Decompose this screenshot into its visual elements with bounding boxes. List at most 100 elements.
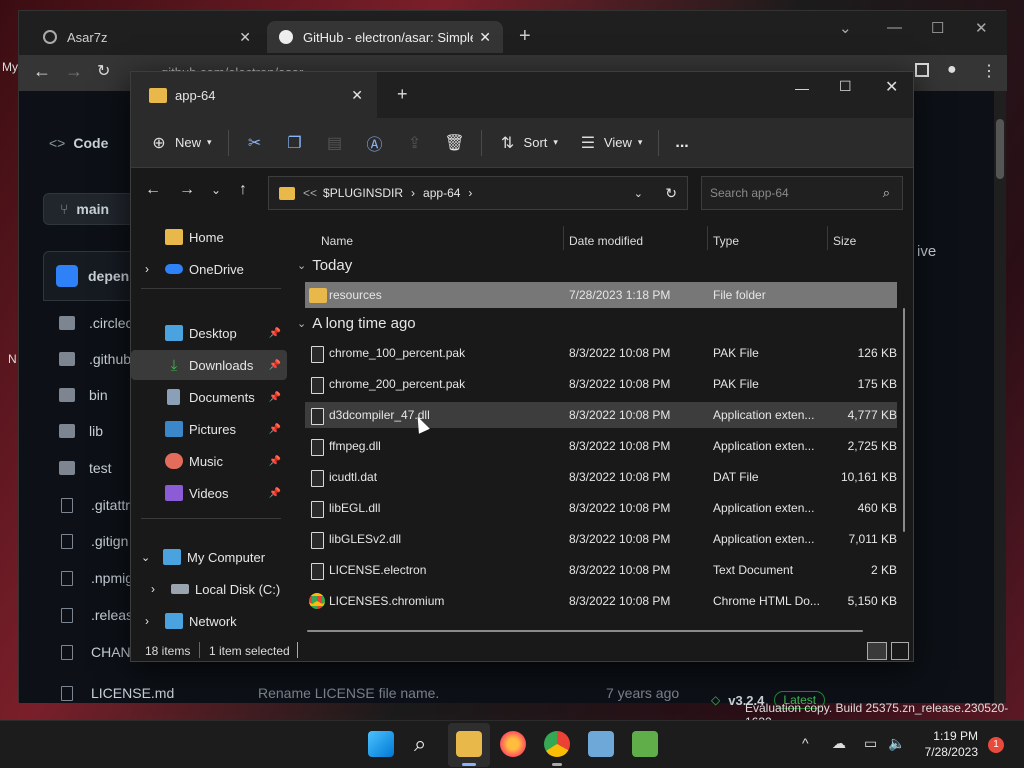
new-button[interactable]: ⊕ New ▾ bbox=[139, 126, 222, 160]
vertical-scrollbar[interactable] bbox=[903, 308, 905, 532]
close-icon[interactable]: ✕ bbox=[351, 87, 363, 104]
file-row[interactable]: chrome_200_percent.pak 8/3/2022 10:08 PM… bbox=[305, 371, 897, 397]
more-options-button[interactable]: ... bbox=[665, 126, 698, 160]
nav-desktop[interactable]: Desktop 📌 bbox=[131, 318, 287, 348]
forward-icon[interactable]: → bbox=[179, 181, 195, 199]
nav-local-disk[interactable]: › Local Disk (C:) bbox=[131, 574, 287, 604]
column-divider[interactable] bbox=[707, 226, 708, 250]
share-button[interactable]: ⇪ bbox=[395, 126, 435, 160]
start-icon[interactable] bbox=[368, 731, 394, 757]
pin-icon[interactable]: 📌 bbox=[269, 360, 281, 371]
file-row[interactable]: LICENSE.md bbox=[59, 675, 259, 711]
pin-icon[interactable]: 📌 bbox=[269, 424, 281, 435]
minimize-icon[interactable]: — bbox=[795, 80, 809, 96]
copy-button[interactable]: ❐ bbox=[275, 126, 315, 160]
file-row[interactable]: icudtl.dat 8/3/2022 10:08 PM DAT File 10… bbox=[305, 464, 897, 490]
details-view-icon[interactable] bbox=[867, 642, 887, 660]
pin-icon[interactable]: 📌 bbox=[269, 328, 281, 339]
chevron-right-icon[interactable]: › bbox=[145, 262, 165, 276]
file-row[interactable]: LICENSES.chromium 8/3/2022 10:08 PM Chro… bbox=[305, 588, 897, 614]
column-divider[interactable] bbox=[827, 226, 828, 250]
file-explorer-icon[interactable] bbox=[456, 731, 482, 757]
chrome-icon[interactable] bbox=[544, 731, 570, 757]
scrollbar-thumb[interactable] bbox=[996, 119, 1004, 179]
close-icon[interactable]: ✕ bbox=[479, 29, 491, 46]
chevron-down-icon[interactable]: ⌄ bbox=[634, 187, 643, 200]
sidebar-icon[interactable] bbox=[915, 63, 929, 77]
reload-icon[interactable]: ↻ bbox=[97, 61, 110, 81]
nav-documents[interactable]: Documents 📌 bbox=[131, 382, 287, 412]
nav-downloads[interactable]: ⤓ Downloads 📌 bbox=[131, 350, 287, 380]
group-today[interactable]: ⌄ Today bbox=[297, 257, 352, 274]
column-type[interactable]: Type bbox=[713, 234, 739, 248]
clock-time[interactable]: 1:19 PM bbox=[916, 729, 978, 743]
file-row[interactable]: chrome_100_percent.pak 8/3/2022 10:08 PM… bbox=[305, 340, 897, 366]
minimize-icon[interactable]: — bbox=[887, 19, 902, 36]
notepad-icon[interactable] bbox=[632, 731, 658, 757]
paste-button[interactable]: ▤ bbox=[315, 126, 355, 160]
forward-icon[interactable]: → bbox=[65, 61, 83, 82]
column-divider[interactable] bbox=[563, 226, 564, 250]
close-icon[interactable]: ✕ bbox=[975, 19, 988, 37]
up-icon[interactable]: ↑ bbox=[239, 181, 247, 199]
page-scrollbar[interactable] bbox=[994, 91, 1006, 703]
back-icon[interactable]: ← bbox=[33, 61, 51, 82]
notification-badge[interactable]: 1 bbox=[988, 737, 1004, 753]
nav-home[interactable]: Home bbox=[131, 222, 287, 252]
file-row[interactable]: resources 7/28/2023 1:18 PM File folder bbox=[305, 282, 897, 308]
breadcrumb-plugins[interactable]: $PLUGINSDIR bbox=[323, 186, 403, 200]
file-row[interactable]: LICENSE.electron 8/3/2022 10:08 PM Text … bbox=[305, 557, 897, 583]
horizontal-scrollbar[interactable] bbox=[307, 630, 863, 632]
chevron-down-icon[interactable]: ⌄ bbox=[141, 551, 163, 564]
maximize-icon[interactable]: ☐ bbox=[839, 78, 852, 95]
pin-icon[interactable]: 📌 bbox=[269, 456, 281, 467]
photos-icon[interactable] bbox=[588, 731, 614, 757]
chrome-tab-github[interactable]: GitHub - electron/asar: Simple e ✕ bbox=[267, 21, 503, 53]
nav-pictures[interactable]: Pictures 📌 bbox=[131, 414, 287, 444]
chevron-down-icon[interactable]: ⌄ bbox=[839, 19, 852, 37]
chevron-right-icon[interactable]: › bbox=[151, 582, 171, 596]
network-icon[interactable]: ▭ bbox=[864, 735, 877, 752]
breadcrumb-app64[interactable]: app-64 bbox=[423, 186, 460, 200]
commit-message[interactable]: Rename LICENSE file name. bbox=[258, 685, 439, 701]
more-vert-icon[interactable]: ⋮ bbox=[981, 61, 997, 81]
chrome-tab-asar7z[interactable]: Asar7z ✕ bbox=[31, 21, 263, 53]
column-date[interactable]: Date modified bbox=[569, 234, 643, 248]
nav-network[interactable]: › Network bbox=[131, 606, 287, 636]
close-icon[interactable]: ✕ bbox=[885, 77, 898, 97]
close-icon[interactable]: ✕ bbox=[239, 29, 251, 46]
chevron-right-icon[interactable]: › bbox=[145, 614, 165, 628]
recent-locations-icon[interactable]: ⌄ bbox=[211, 183, 221, 197]
desktop-icon-label[interactable]: My bbox=[2, 60, 18, 74]
cut-button[interactable]: ✂ bbox=[235, 126, 275, 160]
rename-button[interactable]: Ⓐ bbox=[355, 126, 395, 160]
new-tab-button[interactable]: + bbox=[397, 84, 408, 105]
firefox-icon[interactable] bbox=[500, 731, 526, 757]
code-tab[interactable]: <> Code bbox=[49, 135, 108, 151]
clock-date[interactable]: 7/28/2023 bbox=[916, 745, 978, 759]
refresh-icon[interactable]: ↻ bbox=[665, 185, 677, 202]
branch-button[interactable]: ⑂ main bbox=[43, 193, 139, 225]
desktop-icon-label-2[interactable]: N bbox=[8, 352, 17, 366]
tiles-view-icon[interactable] bbox=[891, 642, 909, 660]
group-older[interactable]: ⌄ A long time ago bbox=[297, 315, 416, 332]
nav-videos[interactable]: Videos 📌 bbox=[131, 478, 287, 508]
profile-icon[interactable]: ● bbox=[947, 61, 957, 79]
column-name[interactable]: Name bbox=[321, 234, 353, 248]
search-icon[interactable]: ⌕ bbox=[414, 731, 426, 757]
new-tab-button[interactable]: + bbox=[519, 25, 531, 48]
file-row[interactable]: d3dcompiler_47.dll 8/3/2022 10:08 PM App… bbox=[305, 402, 897, 428]
view-button[interactable]: ☰ View ▾ bbox=[568, 126, 652, 160]
nav-my-computer[interactable]: ⌄ My Computer bbox=[131, 542, 287, 572]
file-row[interactable]: libGLESv2.dll 8/3/2022 10:08 PM Applicat… bbox=[305, 526, 897, 552]
pin-icon[interactable]: 📌 bbox=[269, 392, 281, 403]
back-icon[interactable]: ← bbox=[145, 181, 161, 199]
delete-button[interactable]: 🗑 bbox=[435, 126, 475, 160]
explorer-tab[interactable]: app-64 ✕ bbox=[131, 72, 377, 118]
file-row[interactable]: libEGL.dll 8/3/2022 10:08 PM Application… bbox=[305, 495, 897, 521]
nav-music[interactable]: Music 📌 bbox=[131, 446, 287, 476]
maximize-icon[interactable]: ☐ bbox=[931, 19, 944, 37]
volume-icon[interactable]: 🔈 bbox=[888, 735, 905, 752]
chevron-up-icon[interactable]: ^ bbox=[802, 735, 809, 751]
sort-button[interactable]: ⇅ Sort ▾ bbox=[488, 126, 568, 160]
